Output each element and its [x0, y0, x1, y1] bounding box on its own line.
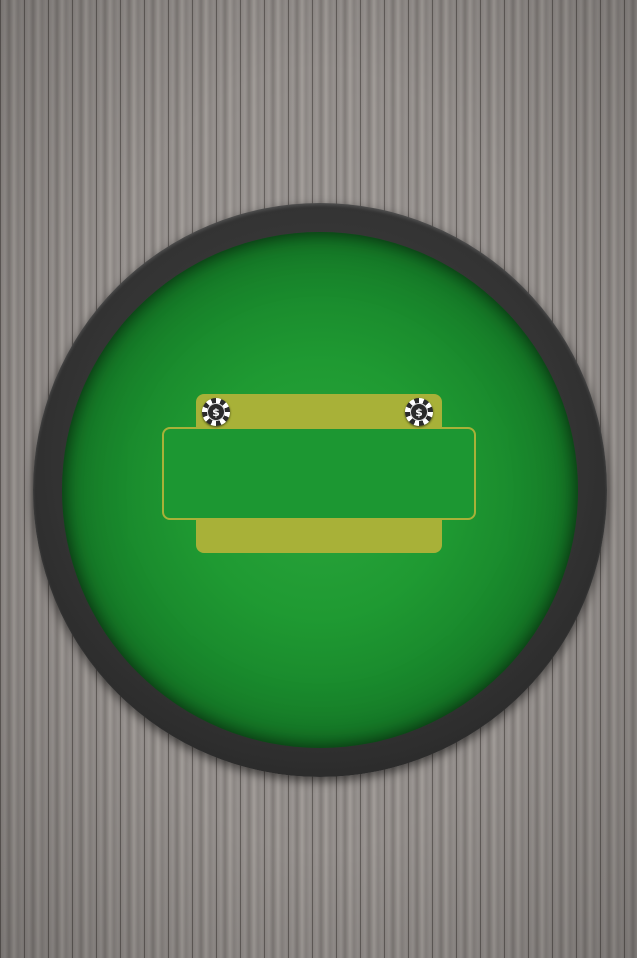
pot-panel-front	[162, 427, 476, 520]
game-scene: $ $	[0, 0, 637, 958]
chip-dollar-symbol: $	[415, 405, 423, 419]
dollar-chip-icon[interactable]: $	[405, 398, 433, 426]
chip-center: $	[207, 403, 225, 421]
dollar-chip-icon[interactable]: $	[202, 398, 230, 426]
chip-center: $	[410, 403, 428, 421]
chip-dollar-symbol: $	[212, 405, 220, 419]
